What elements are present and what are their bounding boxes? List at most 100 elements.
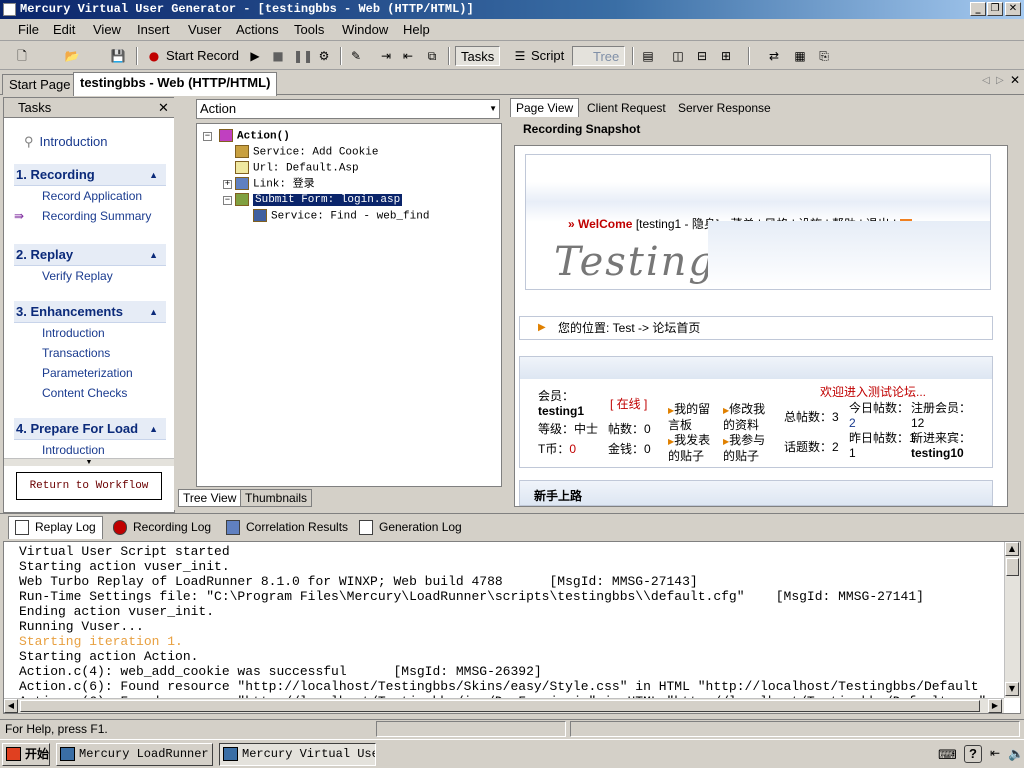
tasks-close-icon[interactable]: ✕ [158, 98, 169, 118]
menu-window[interactable]: Window [342, 22, 388, 37]
taskbar-vugen[interactable]: Mercury Virtual Use... [219, 743, 376, 766]
task-content-checks[interactable]: Content Checks [14, 383, 166, 403]
page-scrollbar[interactable]: ▲ ▼ [1007, 146, 1008, 506]
expand-node-icon[interactable]: + [223, 180, 232, 189]
task-record-application[interactable]: Record Application [14, 186, 166, 206]
split-h-icon[interactable]: ⊟ [694, 48, 710, 64]
collapse-icon[interactable]: ▲ [149, 164, 158, 186]
collapse-icon[interactable]: ▲ [149, 418, 158, 440]
new-script-icon[interactable]: 🗋 [14, 48, 30, 64]
group-header[interactable]: 1. Recording ▲ [14, 164, 166, 186]
group-header[interactable]: 2. Replay ▲ [14, 244, 166, 266]
sync-icon[interactable]: ⇄ [766, 48, 782, 64]
scroll-up-icon[interactable]: ▲ [1005, 542, 1019, 556]
script-view-button[interactable]: Script [531, 46, 564, 66]
tree-node-link[interactable]: Link: 登录 [235, 177, 315, 191]
task-recording-summary[interactable]: ⇛ Recording Summary [14, 206, 166, 226]
task-parameterization[interactable]: Parameterization [14, 363, 166, 383]
keyboard-icon[interactable]: ⌨ [938, 747, 957, 763]
tab-start-page[interactable]: Start Page [2, 74, 78, 95]
link-my-messages[interactable]: ▶我的留言板 [668, 402, 718, 433]
log-horizontal-scrollbar[interactable]: ◀ ▶ [4, 698, 1004, 713]
tab-server-response[interactable]: Server Response [672, 98, 777, 117]
action-select[interactable]: Action ▼ [196, 99, 500, 119]
split-icon[interactable]: ◫ [670, 48, 686, 64]
task-transactions[interactable]: Transactions [14, 343, 166, 363]
tray-arrow-icon[interactable]: ⇤ [990, 746, 1000, 760]
link-edit-profile[interactable]: ▶修改我的资料 [723, 402, 775, 433]
menu-tools[interactable]: Tools [294, 22, 324, 37]
menu-vuser[interactable]: Vuser [188, 22, 221, 37]
tab-client-request[interactable]: Client Request [581, 98, 672, 117]
stop-icon[interactable]: ■ [270, 48, 286, 64]
tree-node-action[interactable]: Action() [219, 129, 290, 143]
transaction-icon[interactable]: ⇤ [400, 48, 416, 64]
scroll-thumb[interactable] [20, 700, 980, 712]
start-button[interactable]: 开始 [2, 743, 50, 766]
menu-file[interactable]: File [18, 22, 39, 37]
script-view-icon[interactable]: ☰ [512, 48, 528, 64]
tasks-scroll-down-icon[interactable]: ▼ [4, 458, 174, 466]
collapse-icon[interactable]: ▲ [149, 244, 158, 266]
scroll-down-icon[interactable]: ▼ [1005, 682, 1019, 696]
tab-correlation-results[interactable]: Correlation Results [219, 516, 355, 539]
tab-thumbnails[interactable]: Thumbnails [240, 489, 313, 507]
task-load-introduction[interactable]: Introduction [14, 440, 166, 458]
task-verify-replay[interactable]: Verify Replay [14, 266, 166, 286]
save-icon[interactable]: 💾 [110, 48, 126, 64]
open-folder-icon[interactable]: 📂 [64, 48, 80, 64]
insert-step-icon[interactable]: ⇥ [378, 48, 394, 64]
menu-insert[interactable]: Insert [137, 22, 170, 37]
tree-node-submit-form[interactable]: Submit Form: login.asp [235, 193, 403, 207]
play-icon[interactable]: ▶ [247, 48, 263, 64]
minimize-button[interactable]: _ [970, 2, 986, 16]
tab-recording-log[interactable]: Recording Log [106, 516, 218, 539]
menu-help[interactable]: Help [403, 22, 430, 37]
parameter-list-icon[interactable]: ▦ [792, 48, 808, 64]
scroll-left-icon[interactable]: ◀ [4, 699, 18, 713]
snapshot-icon[interactable]: ▤ [640, 48, 656, 64]
tab-tree-view[interactable]: Tree View [178, 489, 242, 507]
group-header[interactable]: 4. Prepare For Load ▲ [14, 418, 166, 440]
scroll-thumb[interactable] [1006, 558, 1019, 576]
replay-log-output[interactable]: Virtual User Script started Starting acti… [3, 541, 1021, 714]
rendezvous-icon[interactable]: ⧉ [424, 48, 440, 64]
close-window-button[interactable]: ✕ [1005, 2, 1021, 16]
record-icon[interactable]: ● [146, 48, 162, 64]
compile-icon[interactable]: ✎ [348, 48, 364, 64]
split-v-icon[interactable]: ⊞ [718, 48, 734, 64]
tree-node-find[interactable]: Service: Find - web_find [253, 209, 429, 223]
tab-testingbbs[interactable]: testingbbs - Web (HTTP/HTML) [73, 72, 278, 96]
link-my-posts[interactable]: ▶我发表的贴子 [668, 433, 718, 464]
taskbar-loadrunner[interactable]: Mercury LoadRunner 8.1 [56, 743, 213, 766]
tab-scroll-right-icon[interactable]: ▷ [996, 75, 1004, 86]
tab-page-view[interactable]: Page View [510, 98, 580, 117]
restore-button[interactable]: ❐ [987, 2, 1003, 16]
collapse-node-icon[interactable]: − [203, 132, 212, 141]
menu-actions[interactable]: Actions [236, 22, 279, 37]
tree-view-button[interactable]: Tree [572, 46, 626, 66]
tree-node-url[interactable]: Url: Default.Asp [235, 161, 359, 175]
tasks-button[interactable]: Tasks [455, 46, 501, 66]
return-to-workflow-button[interactable]: Return to Workflow [16, 472, 162, 500]
app-icon[interactable] [3, 3, 16, 16]
collapse-node-icon[interactable]: − [223, 196, 232, 205]
settings-gear-icon[interactable]: ⚙ [316, 48, 332, 64]
task-enh-introduction[interactable]: Introduction [14, 323, 166, 343]
volume-icon[interactable]: 🔈 [1008, 746, 1024, 762]
tab-replay-log[interactable]: Replay Log [8, 516, 103, 539]
help-tray-icon[interactable]: ? [964, 745, 982, 763]
log-vertical-scrollbar[interactable]: ▲ ▼ [1004, 542, 1020, 698]
tab-generation-log[interactable]: Generation Log [352, 516, 469, 539]
link-joined-posts[interactable]: ▶我参与的贴子 [723, 433, 775, 464]
replace-icon[interactable]: ⎘ [816, 48, 832, 64]
menu-edit[interactable]: Edit [53, 22, 75, 37]
chevron-down-icon[interactable]: ▼ [489, 100, 497, 118]
pause-icon[interactable]: ❚❚ [293, 48, 313, 64]
close-tab-icon[interactable]: ✕ [1010, 73, 1020, 87]
group-header[interactable]: 3. Enhancements ▲ [14, 301, 166, 323]
start-record-button[interactable]: Start Record [166, 46, 239, 66]
tab-scroll-left-icon[interactable]: ◁ [982, 75, 990, 86]
tree-node-add-cookie[interactable]: Service: Add Cookie [235, 145, 378, 159]
scroll-right-icon[interactable]: ▶ [988, 699, 1002, 713]
